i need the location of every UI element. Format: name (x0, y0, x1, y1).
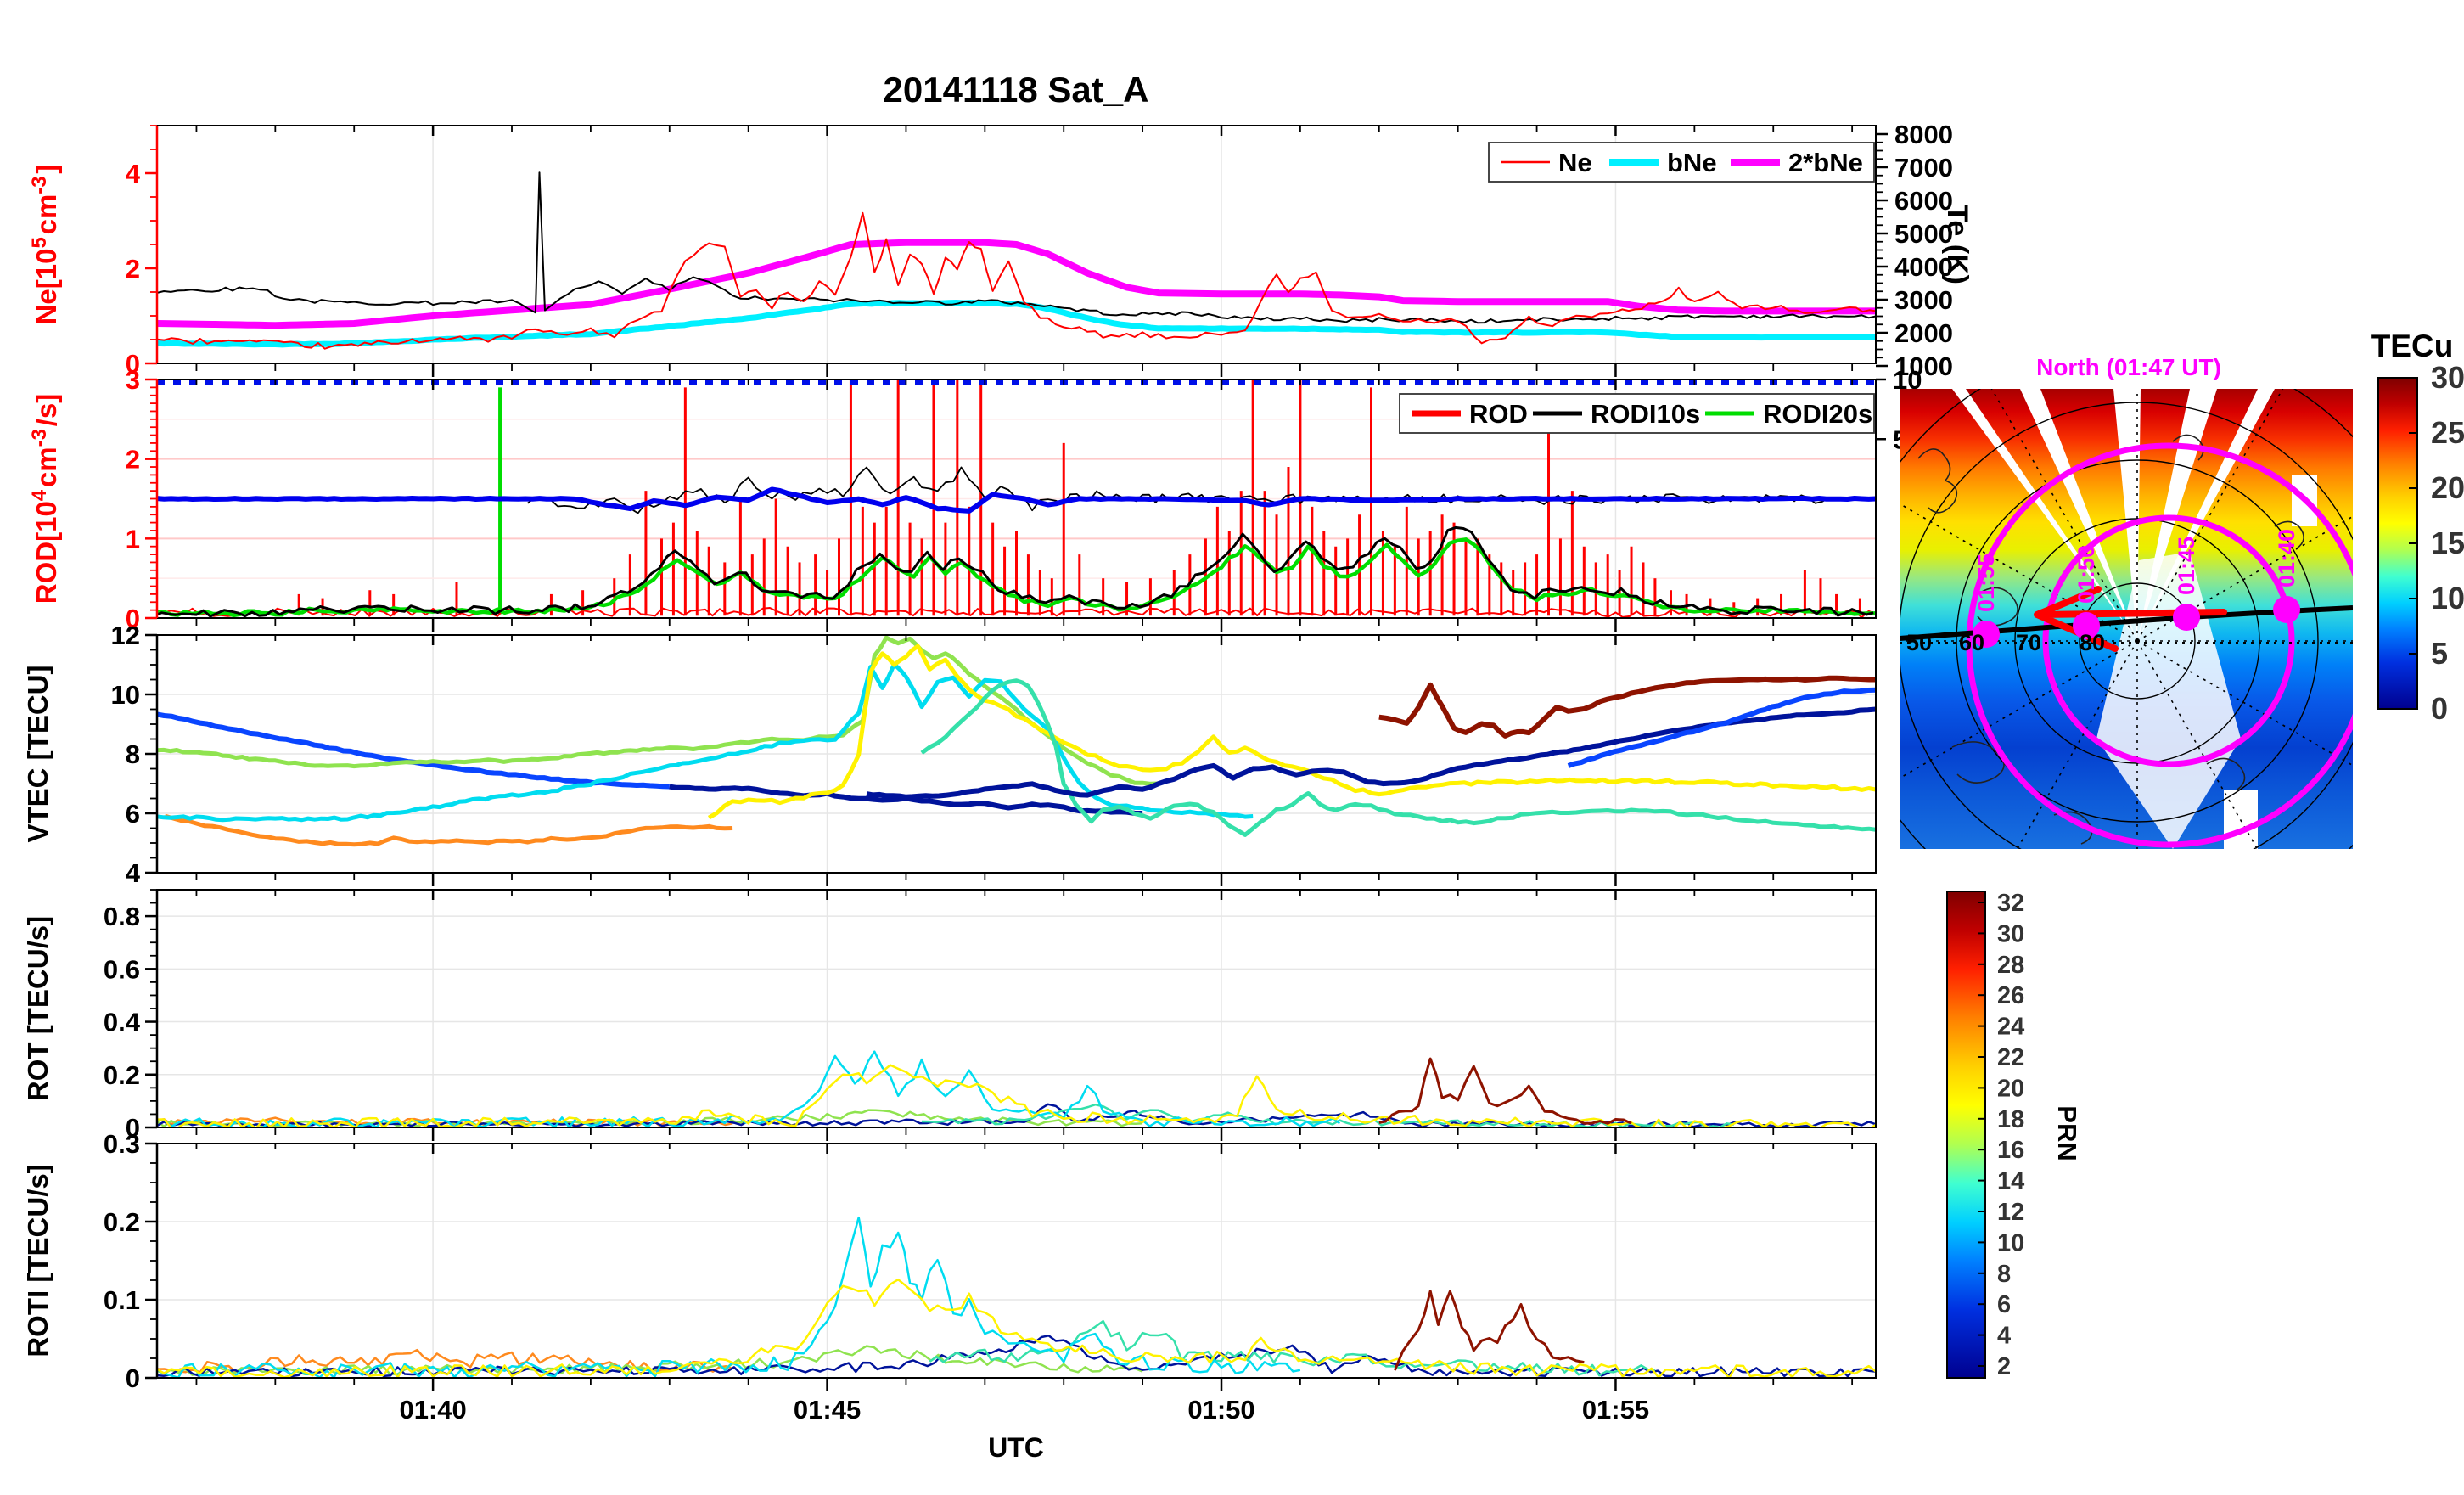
prn-tick-label: 6 (1997, 1291, 2011, 1318)
tecu-tick-label: 10 (2431, 581, 2464, 615)
x-tick-label: 01:40 (399, 1395, 466, 1425)
y-tick-label: 0.2 (104, 1207, 140, 1237)
y-tick-label: 0.4 (104, 1008, 141, 1037)
tecu-tick-label: 30 (2431, 360, 2464, 395)
prn-tick-label: 26 (1997, 982, 2024, 1009)
prn-tick-label: 2 (1997, 1353, 2011, 1380)
time-marker-label: 01:50 (2074, 545, 2099, 604)
legend-label: Ne (1558, 148, 1592, 177)
y-tick-label: 4 (126, 159, 141, 188)
x-tick-label: 01:50 (1187, 1395, 1254, 1425)
prn-tick-label: 10 (1997, 1229, 2024, 1256)
legend-label: ROD (1469, 399, 1528, 429)
legend-ne: Ne bNe 2*bNe (1488, 142, 1875, 183)
y-tick-label: 0.8 (104, 902, 140, 931)
y-tick-label: 8 (126, 739, 140, 769)
y-tick-label: 12 (111, 621, 140, 650)
prn-tick-label: 22 (1997, 1044, 2024, 1071)
latitude-label: 60 (1959, 630, 1984, 655)
y-tick-label: 10 (111, 680, 140, 710)
prn-tick-label: 8 (1997, 1261, 2011, 1288)
prn-tick-label: 14 (1997, 1168, 2024, 1195)
rot-y-axis-label: ROT [TECU/s] (22, 916, 53, 1101)
tecu-tick-label: 20 (2431, 470, 2464, 505)
prn-tick-label: 12 (1997, 1199, 2024, 1226)
prn-tick-label: 4 (1997, 1323, 2011, 1350)
tecu-tick-label: 25 (2431, 415, 2464, 450)
prn-tick-label: 24 (1997, 1014, 2024, 1041)
x-tick-label: 01:55 (1582, 1395, 1649, 1425)
te-tick-label: 7000 (1894, 153, 1953, 183)
y-tick-label: 0.6 (104, 954, 140, 984)
legend-label: RODI10s (1591, 399, 1700, 429)
x-axis-label: UTC (988, 1432, 1044, 1463)
y-tick-label: 3 (126, 365, 140, 395)
y-tick-label: 4 (126, 858, 141, 888)
latitude-label: 70 (2016, 630, 2041, 655)
time-marker-label: 01:45 (2174, 537, 2199, 595)
tecu-tick-label: 15 (2431, 525, 2464, 560)
legend-label: 2*bNe (1788, 148, 1863, 177)
prn-tick-label: 16 (1997, 1137, 2024, 1164)
prn-tick-label: 28 (1997, 952, 2024, 979)
te-axis-label: Te (K) (1941, 205, 1973, 284)
prn-tick-label: 32 (1997, 890, 2024, 917)
roti-y-axis-label: ROTI [TECU/s] (22, 1164, 53, 1357)
latitude-label: 80 (2080, 630, 2105, 655)
prn-tick-label: 20 (1997, 1075, 2024, 1102)
y-tick-label: 0.2 (104, 1060, 140, 1090)
figure-title: 20141118 Sat_A (884, 70, 1149, 110)
y-tick-label: 0.1 (104, 1285, 140, 1315)
y-tick-label: 1 (126, 524, 140, 554)
latitude-label: 50 (1906, 630, 1932, 655)
y-tick-label: 0.3 (104, 1129, 140, 1159)
time-marker-label: 01:55 (1973, 554, 1999, 612)
prn-tick-label: 18 (1997, 1106, 2024, 1133)
tecu-tick-label: 0 (2431, 691, 2448, 726)
te-tick-label: 8000 (1894, 120, 1953, 149)
tecu-colorbar-title: TECu (2371, 329, 2454, 363)
te-tick-label: 3000 (1894, 285, 1953, 315)
time-marker-label: 01:40 (2274, 529, 2299, 587)
prn-tick-label: 30 (1997, 920, 2024, 947)
time-marker-dot (2173, 604, 2200, 631)
vtec-y-axis-label: VTEC [TECU] (22, 666, 53, 843)
y-tick-label: 2 (126, 254, 140, 284)
y-tick-label: 2 (126, 445, 140, 475)
x-tick-label: 01:45 (794, 1395, 861, 1425)
y-tick-label: 6 (126, 799, 140, 829)
te-tick-label: 2000 (1894, 318, 1953, 348)
legend-rod: ROD RODI10s RODI20s (1399, 393, 1875, 434)
legend-label: RODI20s (1763, 399, 1872, 429)
map-title: North (01:47 UT) (2036, 354, 2221, 380)
time-marker-dot (2273, 596, 2300, 623)
y-tick-label: 0 (126, 1363, 140, 1393)
prn-colorbar-label: PRN (2052, 1105, 2082, 1161)
legend-label: bNe (1667, 148, 1717, 177)
tecu-tick-label: 5 (2431, 636, 2448, 671)
figure: 20141118 Sat_A 024Ne[105 cm-3 ]100020003… (0, 0, 2464, 1491)
